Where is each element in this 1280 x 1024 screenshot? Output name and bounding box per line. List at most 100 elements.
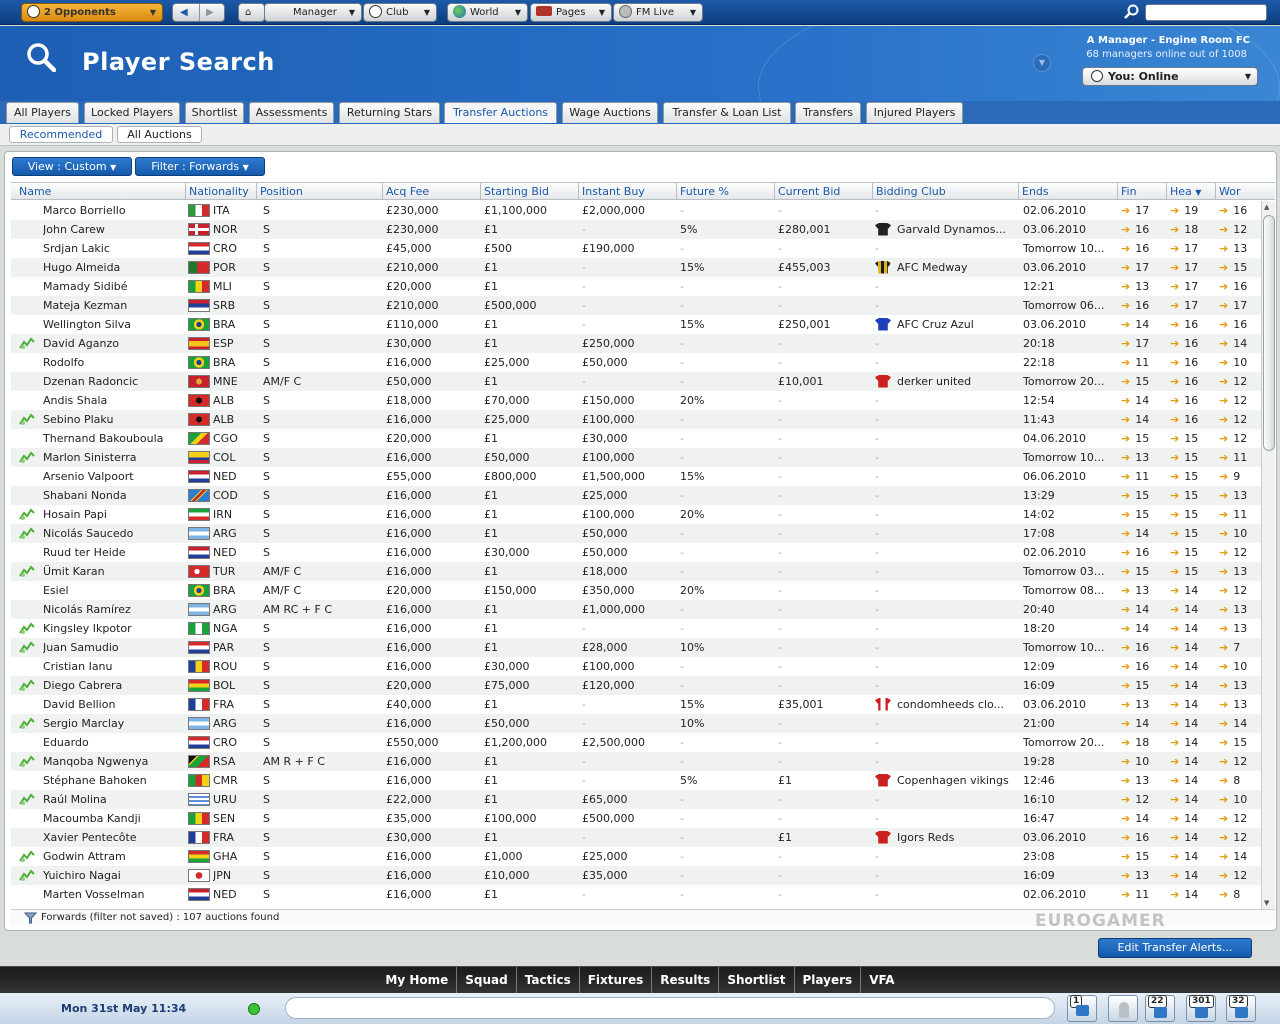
cell-club[interactable]: - (875, 277, 1015, 296)
table-row[interactable]: David Bellion FRA S £40,000 £1 - 15% £35,001 con… (11, 695, 1261, 714)
table-row[interactable]: Rodolfo BRA S £16,000 £25,000 £50,000- - -22:18… (11, 353, 1261, 372)
table-row[interactable]: Shabani Nonda COD S £16,000 £1 £25,000- - -13:2… (11, 486, 1261, 505)
club-name[interactable]: AFC Cruz Azul (897, 318, 974, 331)
col-nationality[interactable]: Nationality (185, 183, 255, 200)
table-row[interactable]: Godwin Attram GHA S £16,000 £1,000 £25,000 - - -… (11, 847, 1261, 866)
cell-club[interactable]: - (875, 296, 1015, 315)
messages-button[interactable]: 301 (1186, 995, 1216, 1022)
cell-club[interactable]: - (875, 790, 1015, 809)
cell-name[interactable]: Nicolás Saucedo (43, 524, 183, 543)
table-row[interactable]: Diego Cabrera BOL S £20,000 £75,000 £120,000 -… (11, 676, 1261, 695)
cell-club[interactable]: Igors Reds (875, 828, 1015, 847)
nav-vfa[interactable]: VFA (861, 967, 902, 993)
cell-club[interactable]: - (875, 600, 1015, 619)
tab-transfer-auctions[interactable]: Transfer Auctions (444, 102, 557, 123)
tab-all-players[interactable]: All Players (6, 102, 79, 123)
cell-name[interactable]: Manqoba Ngwenya (43, 752, 183, 771)
nav-players[interactable]: Players (795, 967, 862, 993)
cell-club[interactable]: AFC Medway (875, 258, 1015, 277)
table-row[interactable]: Srdjan Lakic CRO S £45,000 £500 £190,000- - - To… (11, 239, 1261, 258)
cell-name[interactable]: Hugo Almeida (43, 258, 183, 277)
club-name[interactable]: Igors Reds (897, 831, 954, 844)
home-button[interactable]: ⌂ (238, 3, 265, 22)
cell-name[interactable]: Andis Shala (43, 391, 183, 410)
cell-name[interactable]: Rodolfo (43, 353, 183, 372)
cell-club[interactable]: - (875, 733, 1015, 752)
edit-transfer-alerts-button[interactable]: Edit Transfer Alerts... (1098, 938, 1252, 958)
col-fin[interactable]: Fin (1117, 183, 1165, 200)
cell-club[interactable]: AFC Cruz Azul (875, 315, 1015, 334)
manager-menu[interactable]: Manager ▼ (264, 3, 362, 22)
cell-club[interactable]: - (875, 391, 1015, 410)
cell-name[interactable]: Cristian Ianu (43, 657, 183, 676)
filter-dropdown[interactable]: Filter : Forwards ▼ (135, 157, 265, 176)
cell-club[interactable]: - (875, 334, 1015, 353)
table-row[interactable]: Yuichiro Nagai JPN S £16,000 £10,000 £35,000 -… (11, 866, 1261, 885)
table-row[interactable]: Kingsley Ikpotor NGA S £16,000 £1- - - -18:20 ➔ 1… (11, 619, 1261, 638)
cell-club[interactable]: - (875, 866, 1015, 885)
cell-club[interactable]: - (875, 467, 1015, 486)
col-position[interactable]: Position (256, 183, 381, 200)
cell-club[interactable]: - (875, 353, 1015, 372)
view-dropdown[interactable]: View : Custom ▼ (12, 157, 132, 176)
cell-name[interactable]: Sergio Marclay (43, 714, 183, 733)
col-acq-fee[interactable]: Acq Fee (382, 183, 479, 200)
cell-name[interactable]: Marlon Sinisterra (43, 448, 183, 467)
table-row[interactable]: Macoumba Kandji SEN S £35,000 £100,000 £500,0… (11, 809, 1261, 828)
cell-club[interactable]: - (875, 239, 1015, 258)
table-row[interactable]: Nicolás Saucedo ARG S £16,000 £1 £50,000- - -17… (11, 524, 1261, 543)
nav-shortlist[interactable]: Shortlist (719, 967, 795, 993)
table-row[interactable]: Manqoba Ngwenya RSA AM R + F C £16,000 £1 - - -… (11, 752, 1261, 771)
cell-club[interactable]: - (875, 676, 1015, 695)
scroll-down-icon[interactable]: ▼ (1264, 899, 1269, 907)
col-instant-buy[interactable]: Instant Buy (578, 183, 675, 200)
table-row[interactable]: David Aganzo ESP S £30,000 £1 £250,000- - -20:1… (11, 334, 1261, 353)
cell-name[interactable]: Esiel (43, 581, 183, 600)
cell-name[interactable]: Srdjan Lakic (43, 239, 183, 258)
inbox-button[interactable]: 1 (1067, 995, 1097, 1022)
profile-button[interactable] (1108, 995, 1138, 1022)
cell-name[interactable]: Mateja Kezman (43, 296, 183, 315)
table-row[interactable]: Sebino Plaku ALB S £16,000 £25,000 £100,000 - -… (11, 410, 1261, 429)
cell-club[interactable]: - (875, 562, 1015, 581)
cell-club[interactable]: - (875, 448, 1015, 467)
col-name[interactable]: Name (11, 183, 184, 200)
nav-my-home[interactable]: My Home (377, 967, 458, 993)
table-row[interactable]: Sergio Marclay ARG S £16,000 £50,000-10% - -21… (11, 714, 1261, 733)
cell-name[interactable]: Hosain Papi (43, 505, 183, 524)
nav-squad[interactable]: Squad (457, 967, 517, 993)
pages-menu[interactable]: Pages ▼ (530, 3, 612, 22)
cell-club[interactable]: - (875, 619, 1015, 638)
table-row[interactable]: Ümit Karan TUR AM/F C £16,000 £1 £18,000- - - To… (11, 562, 1261, 581)
nav-results[interactable]: Results (652, 967, 720, 993)
col-ends[interactable]: Ends (1018, 183, 1116, 200)
table-row[interactable]: Eduardo CRO S £550,000 £1,200,000 £2,500,000 -… (11, 733, 1261, 752)
table-row[interactable]: Nicolás Ramírez ARG AM RC + F C £16,000 £1 £1… (11, 600, 1261, 619)
tab-recommended[interactable]: Recommended (9, 126, 113, 143)
table-row[interactable]: John Carew NOR S £230,000 £1 - 5% £280,001 Garva… (11, 220, 1261, 239)
cell-name[interactable]: Kingsley Ikpotor (43, 619, 183, 638)
table-row[interactable]: Xavier Pentecôte FRA S £30,000 £1 - - £1 Igors R… (11, 828, 1261, 847)
table-row[interactable]: Arsenio Valpoort NED S £55,000 £800,000 £1,50… (11, 467, 1261, 486)
table-scrollbar[interactable]: ▲ ▼ (1261, 201, 1275, 909)
cell-club[interactable]: - (875, 543, 1015, 562)
fm-live-menu[interactable]: FM Live ▼ (613, 3, 703, 22)
cell-club[interactable]: - (875, 885, 1015, 904)
club-name[interactable]: derker united (897, 375, 971, 388)
nav-tactics[interactable]: Tactics (517, 967, 580, 993)
cell-name[interactable]: Thernand Bakouboula (43, 429, 183, 448)
alerts-button[interactable]: 32 (1226, 995, 1256, 1022)
table-row[interactable]: Mamady Sidibé MLI S £20,000 £1- - - -12:21 ➔ 13 ➔ 1… (11, 277, 1261, 296)
table-row[interactable]: Juan Samudio PAR S £16,000 £1 £28,000 10% - - Tom… (11, 638, 1261, 657)
opponents-dropdown[interactable]: 2 Opponents ▼ (21, 3, 163, 22)
cell-club[interactable]: - (875, 809, 1015, 828)
cell-name[interactable]: John Carew (43, 220, 183, 239)
col-future-pct[interactable]: Future % (676, 183, 773, 200)
cell-club[interactable]: - (875, 847, 1015, 866)
cell-name[interactable]: Yuichiro Nagai (43, 866, 183, 885)
cell-name[interactable]: Arsenio Valpoort (43, 467, 183, 486)
cell-club[interactable]: - (875, 410, 1015, 429)
cell-club[interactable]: - (875, 714, 1015, 733)
cell-name[interactable]: Juan Samudio (43, 638, 183, 657)
cell-name[interactable]: Godwin Attram (43, 847, 183, 866)
